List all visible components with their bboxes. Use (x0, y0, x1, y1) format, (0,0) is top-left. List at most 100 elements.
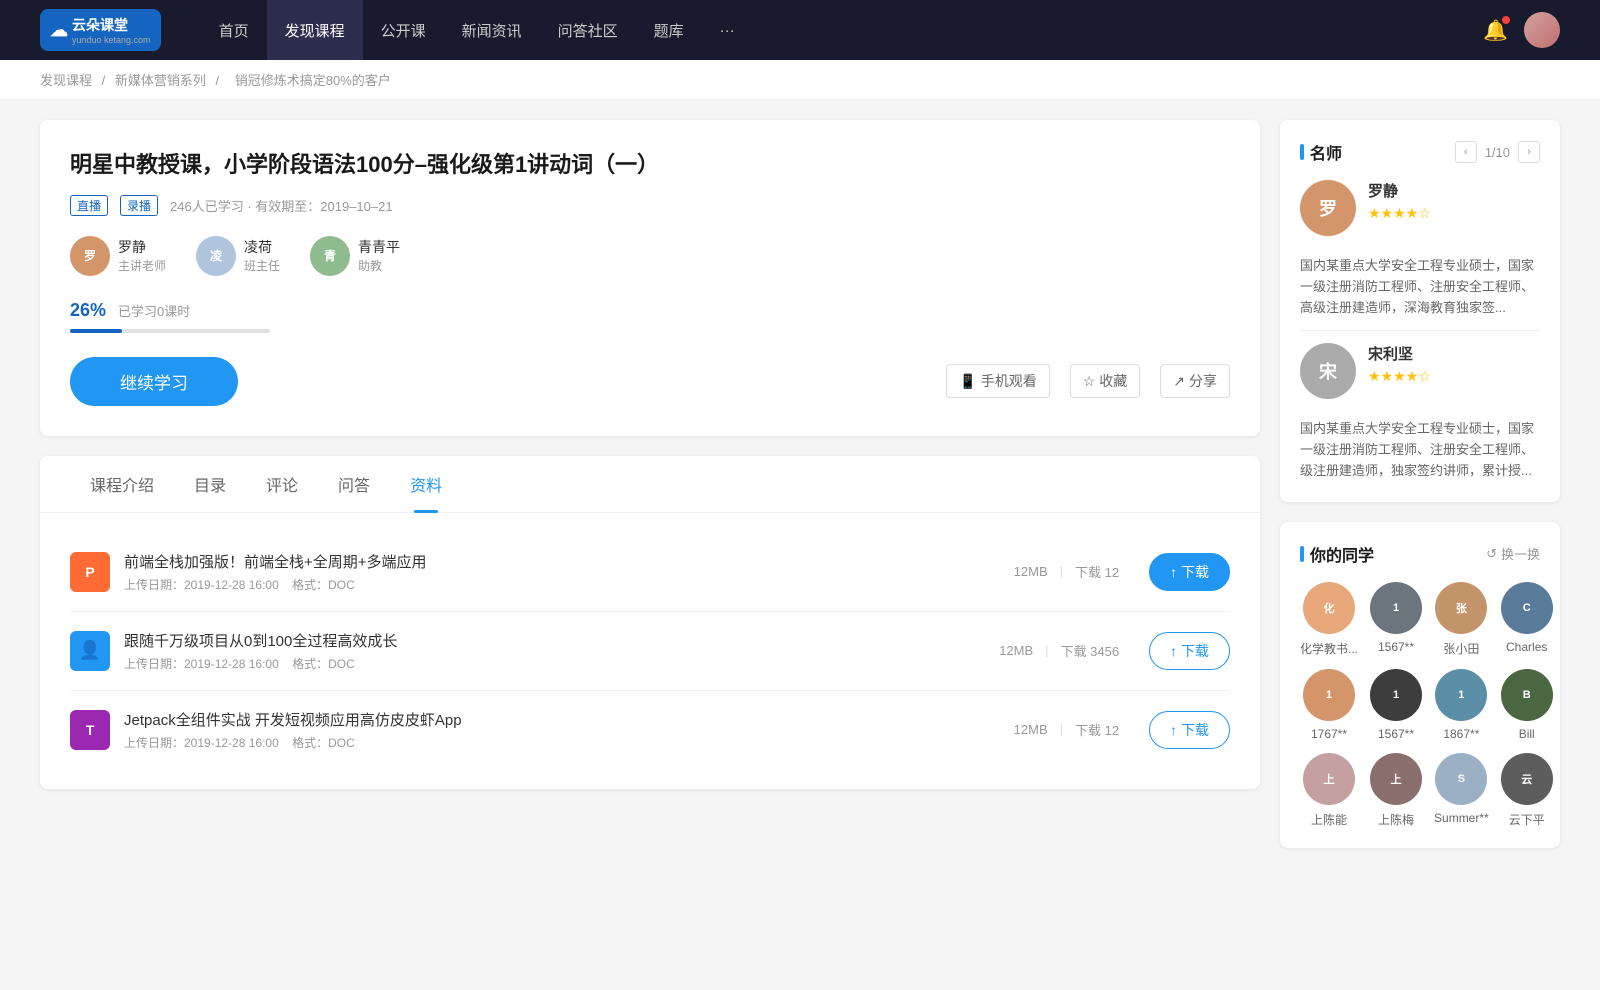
breadcrumb-sep-2: / (216, 73, 223, 88)
resource-meta-2: 上传日期：2019-12-28 16:00 格式：DOC (124, 655, 969, 672)
resource-info-2: 跟随千万级项目从0到100全过程高效成长 上传日期：2019-12-28 16:… (124, 630, 969, 672)
classmate-5-avatar: 1 (1303, 669, 1355, 721)
user-avatar[interactable] (1524, 12, 1560, 48)
sidebar-teacher-2: 宋 宋利坚 ★★★★☆ (1300, 343, 1540, 399)
resource-name-2: 跟随千万级项目从0到100全过程高效成长 (124, 630, 969, 651)
nav-home[interactable]: 首页 (201, 0, 267, 60)
action-row: 继续学习 📱 手机观看 ☆ 收藏 ↗ 分享 (70, 357, 1230, 406)
nav-news[interactable]: 新闻资讯 (444, 0, 540, 60)
sidebar-teacher-2-avatar: 宋 (1300, 343, 1356, 399)
resource-item-2: 👤 跟随千万级项目从0到100全过程高效成长 上传日期：2019-12-28 1… (70, 612, 1230, 691)
tab-content-resources: P 前端全栈加强版！前端全栈+全周期+多端应用 上传日期：2019-12-28 … (40, 513, 1260, 789)
refresh-button[interactable]: ↺ 换一换 (1486, 544, 1540, 563)
logo-sub: yunduo ketang.com (72, 35, 151, 45)
prev-page-btn[interactable]: ‹ (1455, 141, 1477, 163)
resource-stats-3: 12MB | 下载 12 (1014, 720, 1119, 739)
teacher-1-avatar: 罗 (70, 236, 110, 276)
classmate-5-name: 1767** (1300, 727, 1358, 741)
nav-more[interactable]: ··· (702, 0, 753, 60)
sidebar-teacher-2-stars: ★★★★☆ (1368, 368, 1431, 385)
nav-exam[interactable]: 题库 (636, 0, 702, 60)
tab-intro[interactable]: 课程介绍 (70, 456, 174, 512)
mobile-watch-link[interactable]: 📱 手机观看 (946, 364, 1049, 398)
breadcrumb-link-series[interactable]: 新媒体营销系列 (115, 73, 206, 88)
classmates-card: 你的同学 ↺ 换一换 化 化学教书... 1 1567** 张 张小田 (1280, 522, 1560, 848)
classmate-5: 1 1767** (1300, 669, 1358, 741)
classmate-11-avatar: S (1435, 753, 1487, 805)
classmate-11: S Summer** (1434, 753, 1489, 828)
breadcrumb: 发现课程 / 新媒体营销系列 / 销冠修炼术搞定80%的客户 (0, 60, 1600, 100)
classmate-10-avatar: 上 (1370, 753, 1422, 805)
teacher-3-role: 助教 (358, 257, 400, 274)
nav-discover[interactable]: 发现课程 (267, 0, 363, 60)
tabs-header: 课程介绍 目录 评论 问答 资料 (40, 456, 1260, 513)
tabs-section: 课程介绍 目录 评论 问答 资料 P 前端全栈加强版！前端全栈+全周期+多端应用… (40, 456, 1260, 789)
nav-open[interactable]: 公开课 (363, 0, 444, 60)
progress-bar-bg (70, 329, 270, 333)
download-button-3[interactable]: ↑ 下载 (1149, 711, 1230, 749)
nav-qa[interactable]: 问答社区 (540, 0, 636, 60)
classmate-3-name: 张小田 (1434, 640, 1489, 657)
resource-name-3: Jetpack全组件实战 开发短视频应用高仿皮皮虾App (124, 709, 984, 730)
classmate-6-name: 1567** (1370, 727, 1422, 741)
course-card: 明星中教授课，小学阶段语法100分–强化级第1讲动词（一） 直播 录播 246人… (40, 120, 1260, 436)
classmate-6-avatar: 1 (1370, 669, 1422, 721)
breadcrumb-link-discover[interactable]: 发现课程 (40, 73, 92, 88)
breadcrumb-sep-1: / (102, 73, 109, 88)
sidebar: 名师 ‹ 1/10 › 罗 罗静 ★★★★☆ 国内某重点大学安全工程专业硕士，国… (1280, 120, 1560, 868)
teacher-1-role: 主讲老师 (118, 257, 166, 274)
resource-meta-1: 上传日期：2019-12-28 16:00 格式：DOC (124, 576, 984, 593)
nav-items: 首页 发现课程 公开课 新闻资讯 问答社区 题库 ··· (201, 0, 1484, 60)
download-button-2[interactable]: ↑ 下载 (1149, 632, 1230, 670)
notification-bell[interactable]: 🔔 (1483, 18, 1508, 43)
tab-catalog[interactable]: 目录 (174, 456, 246, 512)
classmate-7: 1 1867** (1434, 669, 1489, 741)
download-button-1[interactable]: ↑ 下载 (1149, 553, 1230, 591)
classmate-12-avatar: 云 (1501, 753, 1553, 805)
classmate-2: 1 1567** (1370, 582, 1422, 657)
teachers-row: 罗 罗静 主讲老师 凌 凌荷 班主任 青 青青平 (70, 236, 1230, 276)
navbar: ☁ 云朵课堂 yunduo ketang.com 首页 发现课程 公开课 新闻资… (0, 0, 1600, 60)
teacher-1: 罗 罗静 主讲老师 (70, 236, 166, 276)
sidebar-teacher-1-desc: 国内某重点大学安全工程专业硕士，国家一级注册消防工程师、注册安全工程师、高级注册… (1300, 256, 1540, 318)
resource-icon-3: T (70, 710, 110, 750)
share-link[interactable]: ↗ 分享 (1160, 364, 1230, 398)
page-indicator: 1/10 (1485, 145, 1510, 160)
classmate-4-name: Charles (1501, 640, 1553, 654)
refresh-icon: ↺ (1486, 546, 1497, 562)
classmate-9: 上 上陈能 (1300, 753, 1358, 828)
classmates-grid: 化 化学教书... 1 1567** 张 张小田 C Charles 1 (1300, 582, 1540, 828)
continue-learning-button[interactable]: 继续学习 (70, 357, 238, 406)
sidebar-teacher-2-desc: 国内某重点大学安全工程专业硕士，国家一级注册消防工程师、注册安全工程师、级注册建… (1300, 419, 1540, 481)
progress-section: 26% 已学习0课时 (70, 300, 1230, 333)
breadcrumb-current: 销冠修炼术搞定80%的客户 (235, 73, 391, 88)
tab-review[interactable]: 评论 (246, 456, 318, 512)
classmate-1: 化 化学教书... (1300, 582, 1358, 657)
sidebar-teacher-2-name: 宋利坚 (1368, 343, 1431, 364)
resource-icon-2: 👤 (70, 631, 110, 671)
classmates-header: 你的同学 ↺ 换一换 (1300, 542, 1540, 566)
next-page-btn[interactable]: › (1518, 141, 1540, 163)
collect-link[interactable]: ☆ 收藏 (1070, 364, 1141, 398)
teacher-1-name: 罗静 (118, 237, 166, 257)
tab-resources[interactable]: 资料 (390, 456, 462, 512)
classmate-12: 云 云下平 (1501, 753, 1553, 828)
teachers-card-title: 名师 (1300, 140, 1342, 164)
resource-info-3: Jetpack全组件实战 开发短视频应用高仿皮皮虾App 上传日期：2019-1… (124, 709, 984, 751)
main-layout: 明星中教授课，小学阶段语法100分–强化级第1讲动词（一） 直播 录播 246人… (0, 100, 1600, 888)
classmate-7-name: 1867** (1434, 727, 1489, 741)
classmate-6: 1 1567** (1370, 669, 1422, 741)
logo[interactable]: ☁ 云朵课堂 yunduo ketang.com (40, 9, 161, 51)
tab-qa[interactable]: 问答 (318, 456, 390, 512)
classmate-4-avatar: C (1501, 582, 1553, 634)
classmate-8: B Bill (1501, 669, 1553, 741)
nav-right: 🔔 (1483, 12, 1560, 48)
logo-icon: ☁ (50, 20, 68, 41)
classmate-8-avatar: B (1501, 669, 1553, 721)
mobile-icon: 📱 (959, 373, 976, 390)
classmate-7-avatar: 1 (1435, 669, 1487, 721)
resource-stats-1: 12MB | 下载 12 (1014, 562, 1119, 581)
teacher-2-name: 凌荷 (244, 237, 280, 257)
resource-stats-2: 12MB | 下载 3456 (999, 641, 1119, 660)
teacher-2-avatar: 凌 (196, 236, 236, 276)
